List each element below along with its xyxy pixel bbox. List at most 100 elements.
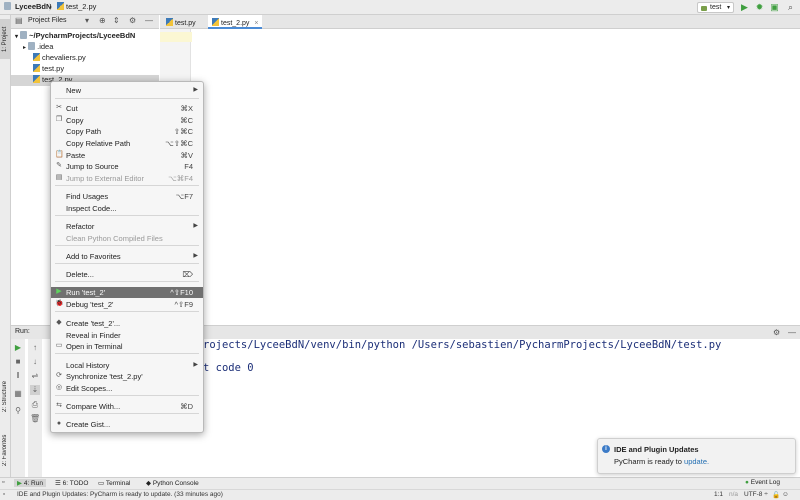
menu-item-label: Jump to External Editor <box>66 174 144 183</box>
compare-icon: ⇆ <box>56 402 62 409</box>
menu-item-refactor[interactable]: Refactor ▶ <box>51 221 203 232</box>
rerun-icon[interactable]: ▶ <box>13 343 23 353</box>
copy-icon: ❐ <box>55 116 63 123</box>
menu-item-copy-path[interactable]: Copy Path ⇧⌘C <box>51 126 203 137</box>
info-icon: i <box>602 445 610 453</box>
menu-item-jump-to-external-editor: ▤ Jump to External Editor ⌥⌘F4 <box>51 173 203 184</box>
tab-event-log[interactable]: ● Event Log <box>745 479 780 486</box>
terminal-icon: ▭ <box>98 480 105 487</box>
coverage-icon[interactable]: ▣ <box>769 2 780 13</box>
tab-terminal[interactable]: ▭ Terminal <box>98 479 130 487</box>
menu-item-label: Create Gist... <box>66 420 111 429</box>
soft-wrap-icon[interactable]: ⇌ <box>30 371 40 381</box>
python-file-icon <box>57 2 66 11</box>
print-icon[interactable]: ⎙ <box>30 400 40 410</box>
menu-item-cut[interactable]: ✂ Cut ⌘X <box>51 103 203 114</box>
menu-item-label: Debug 'test_2' <box>66 300 114 309</box>
file-encoding[interactable]: UTF-8 ÷ <box>744 491 768 498</box>
gear-icon[interactable]: ⚙ <box>129 16 136 25</box>
code-editor[interactable] <box>192 29 800 324</box>
menu-item-edit-scopes[interactable]: ◎ Edit Scopes... <box>51 383 203 394</box>
caret-position[interactable]: 1:1 <box>714 491 723 498</box>
menu-item-copy-relative-path[interactable]: Copy Relative Path ⌥⇧⌘C <box>51 138 203 149</box>
status-message[interactable]: IDE and Plugin Updates: PyCharm is ready… <box>17 491 223 498</box>
menu-item-synchronize-test-2-py[interactable]: ⟳ Synchronize 'test_2.py' <box>51 371 203 382</box>
locate-icon[interactable]: ⊕ <box>99 16 106 25</box>
editor-tab-label: test_2.py <box>221 20 250 27</box>
event-log-icon: ● <box>745 479 749 486</box>
hide-icon[interactable]: — <box>788 328 796 337</box>
update-notification[interactable]: i IDE and Plugin Updates PyCharm is read… <box>597 438 796 474</box>
menu-item-label: Edit Scopes... <box>66 384 113 393</box>
collapse-icon[interactable]: ⇕ <box>113 16 120 25</box>
tree-item-idea[interactable]: ▸ .idea <box>11 42 159 53</box>
pause-icon[interactable]: ‖ <box>13 371 23 381</box>
run-icon[interactable]: ▶ <box>739 2 750 13</box>
up-arrow-icon[interactable]: ↑ <box>30 343 40 353</box>
menu-item-delete[interactable]: Delete... ⌦ <box>51 269 203 280</box>
update-link[interactable]: update. <box>684 457 709 466</box>
tab-terminal-label: Terminal <box>105 480 131 487</box>
lock-icon[interactable]: 🔓 <box>772 491 780 499</box>
menu-item-create-test-2[interactable]: ◆ Create 'test_2'... <box>51 318 203 329</box>
tab-todo[interactable]: ☰ 6: TODO <box>55 479 88 487</box>
tab-favorites[interactable]: 2: Favorites <box>0 425 11 475</box>
run-panel-label: Run: <box>15 328 30 335</box>
menu-item-shortcut: ⇧⌘C <box>173 127 193 136</box>
python-file-icon <box>212 18 219 26</box>
menu-item-debug-test-2[interactable]: 🐞 Debug 'test_2' ^⇧F9 <box>51 299 203 310</box>
down-arrow-icon[interactable]: ↓ <box>30 357 40 367</box>
scroll-to-end-icon[interactable]: ⇣ <box>30 385 40 395</box>
trash-icon[interactable]: 🗑 <box>30 414 40 424</box>
inspector-icon[interactable]: ☺ <box>782 491 789 498</box>
menu-item-reveal-in-finder[interactable]: Reveal in Finder <box>51 330 203 341</box>
stop-icon[interactable]: ■ <box>13 357 23 367</box>
menu-item-label: Open in Terminal <box>66 342 123 351</box>
tree-root[interactable]: ▾ ~/PycharmProjects/LyceeBdN <box>11 31 159 42</box>
hide-icon[interactable]: — <box>145 16 153 25</box>
layout-icon[interactable]: ▦ <box>13 389 23 399</box>
menu-item-paste[interactable]: 📋 Paste ⌘V <box>51 150 203 161</box>
gear-icon[interactable]: ⚙ <box>773 328 780 337</box>
menu-item-run-test-2[interactable]: ▶ Run 'test_2' ^⇧F10 <box>51 287 203 298</box>
context-menu: New ▶ ✂ Cut ⌘X ❐ Copy ⌘C Copy Path ⇧⌘C Copy Relati… <box>50 81 204 433</box>
menu-item-jump-to-source[interactable]: ✎ Jump to Source F4 <box>51 161 203 172</box>
chevron-down-icon[interactable]: ▾ <box>85 16 89 25</box>
debug-icon[interactable]: ✹ <box>754 2 765 13</box>
close-icon[interactable]: × <box>254 20 258 27</box>
run-toolbar: ▶ ■ ‖ ▦ ⚲ <box>11 339 25 477</box>
menu-item-compare-with[interactable]: ⇆ Compare With... ⌘D <box>51 401 203 412</box>
breadcrumb-project[interactable]: LyceeBdN <box>15 2 51 11</box>
tab-test-py[interactable]: test.py <box>162 15 206 29</box>
tree-item-chevaliers[interactable]: chevaliers.py <box>11 53 159 64</box>
breadcrumb-separator: 〉 <box>49 3 57 12</box>
run-config-label: test <box>710 4 722 11</box>
menu-item-add-to-favorites[interactable]: Add to Favorites ▶ <box>51 251 203 262</box>
menu-item-label: Cut <box>66 104 78 113</box>
tab-run[interactable]: ▶ 4: Run <box>14 479 46 487</box>
breadcrumb-file[interactable]: test_2.py <box>66 2 96 11</box>
menu-item-create-gist[interactable]: ● Create Gist... <box>51 419 203 430</box>
menu-item-local-history[interactable]: Local History ▶ <box>51 360 203 371</box>
python-icon: ◆ <box>146 480 151 487</box>
menu-item-find-usages[interactable]: Find Usages ⌥F7 <box>51 191 203 202</box>
tab-test-2-py[interactable]: test_2.py × <box>208 15 262 29</box>
menu-item-copy[interactable]: ❐ Copy ⌘C <box>51 115 203 126</box>
menu-item-open-in-terminal[interactable]: ▭ Open in Terminal <box>51 341 203 352</box>
search-icon[interactable]: ⌕ <box>785 2 796 13</box>
menu-item-inspect-code[interactable]: Inspect Code... <box>51 203 203 214</box>
project-panel-title[interactable]: Project Files <box>28 17 67 24</box>
line-separator[interactable]: n/a <box>729 491 738 498</box>
tab-python-console[interactable]: ◆ Python Console <box>146 479 199 487</box>
tree-item-test[interactable]: test.py <box>11 64 159 75</box>
menu-item-shortcut: ⌘X <box>180 104 193 113</box>
tab-structure[interactable]: 2: Structure <box>0 370 11 422</box>
tab-project[interactable]: 1: Project <box>0 19 11 59</box>
status-toggle-icon[interactable]: ▫ <box>3 491 5 498</box>
run-config-dropdown[interactable]: test ▾ <box>697 2 734 13</box>
github-icon: ● <box>56 420 62 427</box>
menu-item-new[interactable]: New ▶ <box>51 85 203 96</box>
toggle-panels-icon[interactable]: ▫ <box>2 479 4 486</box>
sync-icon: ⟳ <box>56 372 62 379</box>
pin-icon[interactable]: ⚲ <box>13 406 23 416</box>
